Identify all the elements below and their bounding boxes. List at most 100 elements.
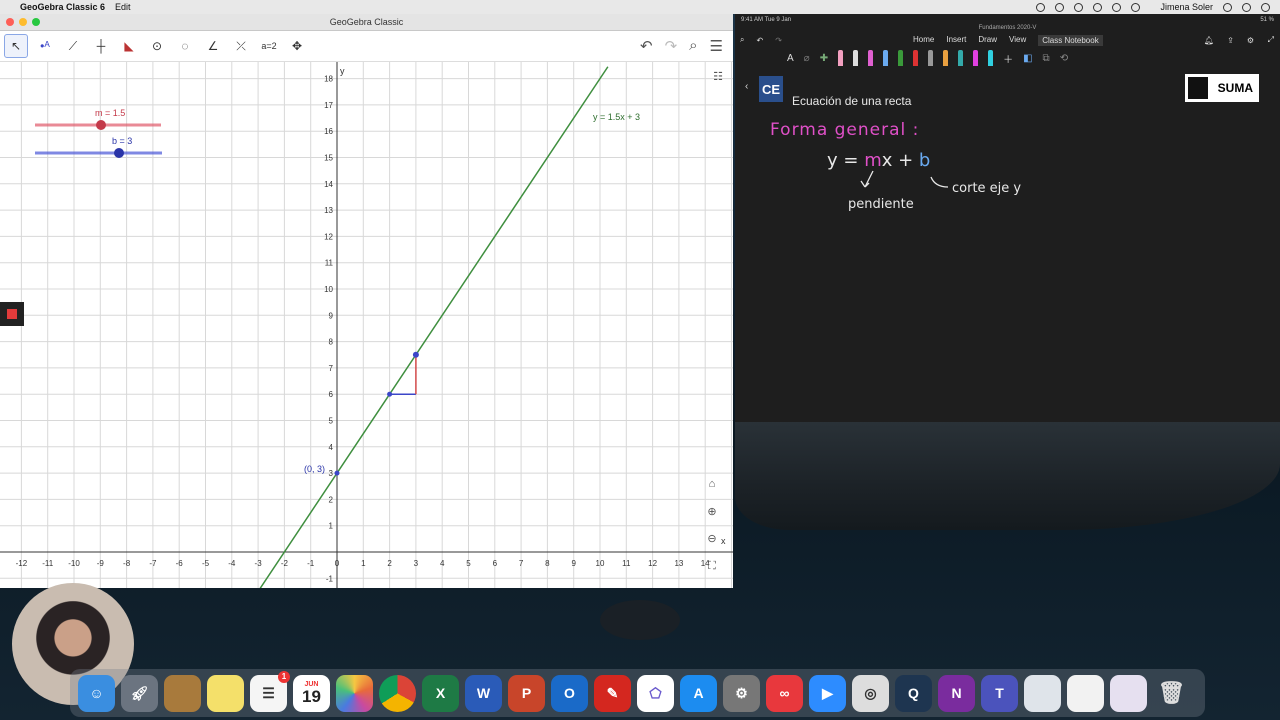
ellipse-tool-icon[interactable]: ◌ [174, 35, 196, 57]
pen-white-icon[interactable] [853, 50, 859, 66]
status-time: 9:41 AM Tue 9 Jan [741, 16, 792, 23]
tab-home[interactable]: Home [913, 35, 934, 46]
pen-blue-icon[interactable] [883, 50, 889, 66]
polygon-tool-icon[interactable]: ◣ [118, 35, 140, 57]
reflect-tool-icon[interactable]: ⤫ [230, 35, 252, 57]
close-window-button[interactable] [6, 18, 14, 26]
pen-teal-icon[interactable] [958, 50, 964, 66]
move-view-tool-icon[interactable]: ✥ [286, 35, 308, 57]
lasso-icon[interactable]: ⌀ [804, 53, 810, 64]
spotlight-icon[interactable] [1223, 2, 1232, 12]
tab-view[interactable]: View [1009, 35, 1026, 46]
notes-icon[interactable] [207, 674, 244, 712]
settings-icon[interactable]: ⚙ [1247, 36, 1254, 45]
creative-cloud-icon[interactable]: ∞ [766, 674, 803, 712]
battery-icon[interactable] [1112, 2, 1122, 12]
pen-red-icon[interactable] [913, 50, 919, 66]
acrobat-icon[interactable]: ✎ [594, 674, 631, 712]
photos-icon[interactable] [336, 674, 373, 712]
pen-gray-icon[interactable] [928, 50, 934, 66]
tab-class-notebook[interactable]: Class Notebook [1038, 34, 1103, 46]
onenote-icon[interactable]: N [938, 674, 975, 712]
teams-icon[interactable]: T [981, 674, 1018, 712]
slider-m-handle[interactable] [96, 120, 106, 130]
highlighter-magenta-icon[interactable] [973, 50, 979, 66]
angle-tool-icon[interactable]: ∠ [202, 35, 224, 57]
excel-icon[interactable]: X [422, 674, 459, 712]
bell-icon[interactable]: 🔔︎ [1204, 36, 1214, 45]
graphics-view[interactable]: -12 -11 -10 -9 -8 -7 -6 -5 -4 -3 -2 -1 0 1 2 3 4 5 6 7 8 9 10 1… [0, 62, 733, 600]
word-icon[interactable]: W [465, 674, 502, 712]
suma-logo: SUMA [1185, 74, 1259, 102]
outlook-icon[interactable]: O [551, 674, 588, 712]
text-tool-icon[interactable]: A [787, 53, 794, 64]
app-store-icon[interactable]: A [680, 674, 717, 712]
user-name[interactable]: Jimena Soler [1160, 2, 1213, 12]
ink-to-shape-icon[interactable]: ⧉ [1043, 53, 1050, 64]
screenshot-icon[interactable]: ◎ [852, 674, 889, 712]
undo-icon[interactable]: ↶ [640, 37, 653, 55]
chrome-icon[interactable] [379, 674, 416, 712]
pen-green-icon[interactable] [898, 50, 904, 66]
graph-canvas[interactable]: -12 -11 -10 -9 -8 -7 -6 -5 -4 -3 -2 -1 0 1 2 3 4 5 6 7 8 9 10 1… [0, 62, 733, 600]
trash-icon[interactable]: 🗑︎ [1153, 675, 1190, 712]
slider-b-handle[interactable] [114, 148, 124, 158]
style-bar-toggle-icon[interactable]: ☷ [708, 66, 728, 86]
status-icon[interactable] [1055, 2, 1065, 12]
home-view-icon[interactable]: ⌂ [702, 474, 722, 494]
siri-icon[interactable] [1242, 2, 1251, 12]
circle-tool-icon[interactable]: ⊙ [146, 35, 168, 57]
search-icon[interactable]: ⌕ [740, 35, 744, 45]
preview-window-icon[interactable] [1067, 674, 1104, 712]
pen-orange-icon[interactable] [943, 50, 949, 66]
preview-window-icon[interactable] [1024, 674, 1061, 712]
shapes-icon[interactable]: ◧ [1023, 53, 1032, 64]
eraser-icon[interactable] [838, 50, 844, 66]
system-preferences-icon[interactable]: ⚙ [723, 674, 760, 712]
expand-icon[interactable]: ⤢ [1268, 35, 1274, 45]
share-icon[interactable]: ⇪ [1227, 36, 1234, 45]
finder-icon[interactable]: ☺ [78, 674, 115, 712]
slider-tool-icon[interactable]: a=2 [258, 35, 280, 57]
zoom-window-button[interactable] [32, 18, 40, 26]
powerpoint-icon[interactable]: P [508, 674, 545, 712]
tab-insert[interactable]: Insert [946, 35, 966, 46]
fullscreen-icon[interactable]: ⛶ [702, 556, 722, 576]
minimize-window-button[interactable] [19, 18, 27, 26]
ruler-icon[interactable]: ⟲ [1060, 53, 1068, 64]
suma-logo-mark [1188, 77, 1208, 99]
undo-icon[interactable]: ↶ [756, 36, 763, 45]
preview-window-icon[interactable] [1110, 674, 1147, 712]
zoom-out-icon[interactable]: ⊖ [702, 528, 722, 548]
quicktime-icon[interactable]: Q [895, 674, 932, 712]
back-icon[interactable]: ‹ [745, 81, 748, 92]
zoom-in-icon[interactable]: ⊕ [702, 501, 722, 521]
line-tool-icon[interactable]: ⟋ [62, 35, 84, 57]
redo-icon[interactable]: ↷ [665, 37, 678, 55]
redo-icon[interactable]: ↷ [775, 36, 782, 45]
move-tool-icon[interactable]: ↖ [4, 34, 28, 58]
clock-icon[interactable] [1131, 2, 1141, 12]
wifi-icon[interactable] [1093, 2, 1103, 12]
launchpad-icon[interactable]: 🚀︎ [121, 674, 158, 712]
perpendicular-tool-icon[interactable]: ┼ [90, 35, 112, 57]
geogebra-icon[interactable]: ⬠ [637, 674, 674, 712]
stop-recording-button[interactable] [0, 302, 24, 326]
calendar-icon[interactable]: JUN 19 [293, 674, 330, 712]
reminders-icon[interactable]: ☰ 1 [250, 670, 290, 712]
app-menu-name[interactable]: GeoGebra Classic 6 [20, 2, 105, 12]
status-icon[interactable] [1074, 2, 1084, 12]
highlighter-cyan-icon[interactable] [988, 50, 994, 66]
menu-edit[interactable]: Edit [115, 2, 131, 12]
notebook-app-icon[interactable] [164, 674, 201, 712]
add-pen-icon[interactable]: ＋ [1003, 51, 1013, 66]
add-space-icon[interactable]: ✚ [820, 53, 828, 64]
hamburger-menu-icon[interactable]: ☰ [710, 37, 723, 55]
zoom-icon[interactable]: ▶ [809, 674, 846, 712]
status-icon[interactable] [1036, 2, 1046, 12]
pen-pink-icon[interactable] [868, 50, 874, 66]
tab-draw[interactable]: Draw [978, 35, 997, 46]
point-tool-icon[interactable]: •ᴬ [34, 35, 56, 57]
control-center-icon[interactable] [1261, 2, 1270, 12]
search-icon[interactable]: ⌕ [689, 37, 697, 55]
